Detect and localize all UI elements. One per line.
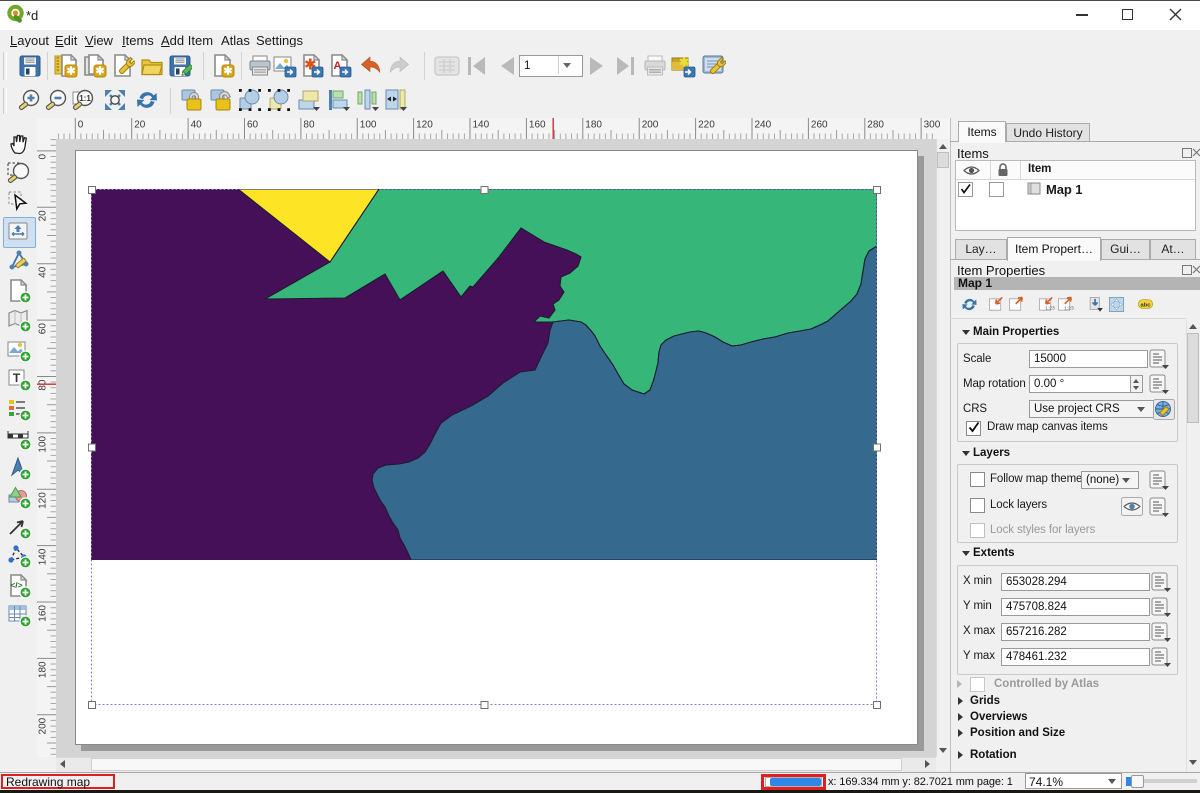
svg-text:140: 140 [473, 120, 490, 131]
svg-text:✱: ✱ [95, 66, 104, 78]
svg-text:1:1: 1:1 [79, 94, 91, 103]
svg-text:240: 240 [755, 120, 772, 131]
svg-text:✱: ✱ [66, 66, 75, 78]
svg-text:40: 40 [38, 266, 49, 278]
svg-text:100: 100 [38, 435, 49, 452]
svg-text:100: 100 [360, 120, 377, 131]
svg-text:200: 200 [38, 717, 49, 734]
svg-text:260: 260 [811, 120, 828, 131]
svg-text:abc: abc [1141, 302, 1152, 308]
svg-text:120: 120 [416, 120, 433, 131]
svg-text:180: 180 [585, 120, 602, 131]
svg-text:140: 140 [38, 548, 49, 565]
svg-text:220: 220 [698, 120, 715, 131]
svg-text:</>: </> [10, 580, 22, 590]
svg-text:160: 160 [529, 120, 546, 131]
svg-text:120: 120 [38, 492, 49, 509]
svg-text:160: 160 [38, 605, 49, 622]
svg-text:✱: ✱ [223, 66, 232, 78]
svg-text:180: 180 [38, 661, 49, 678]
svg-text:40: 40 [191, 120, 203, 131]
svg-text:60: 60 [38, 323, 49, 335]
svg-text:0: 0 [78, 120, 84, 131]
svg-text:280: 280 [867, 120, 884, 131]
svg-text:T: T [13, 371, 21, 385]
svg-text:60: 60 [247, 120, 259, 131]
svg-text:0: 0 [38, 153, 49, 159]
svg-text:300: 300 [924, 120, 941, 131]
svg-text:1:23: 1:23 [1064, 305, 1074, 311]
svg-text:80: 80 [303, 120, 315, 131]
svg-text:20: 20 [134, 120, 146, 131]
svg-text:20: 20 [38, 210, 49, 222]
svg-text:1:23: 1:23 [1045, 305, 1055, 311]
svg-text:200: 200 [642, 120, 659, 131]
